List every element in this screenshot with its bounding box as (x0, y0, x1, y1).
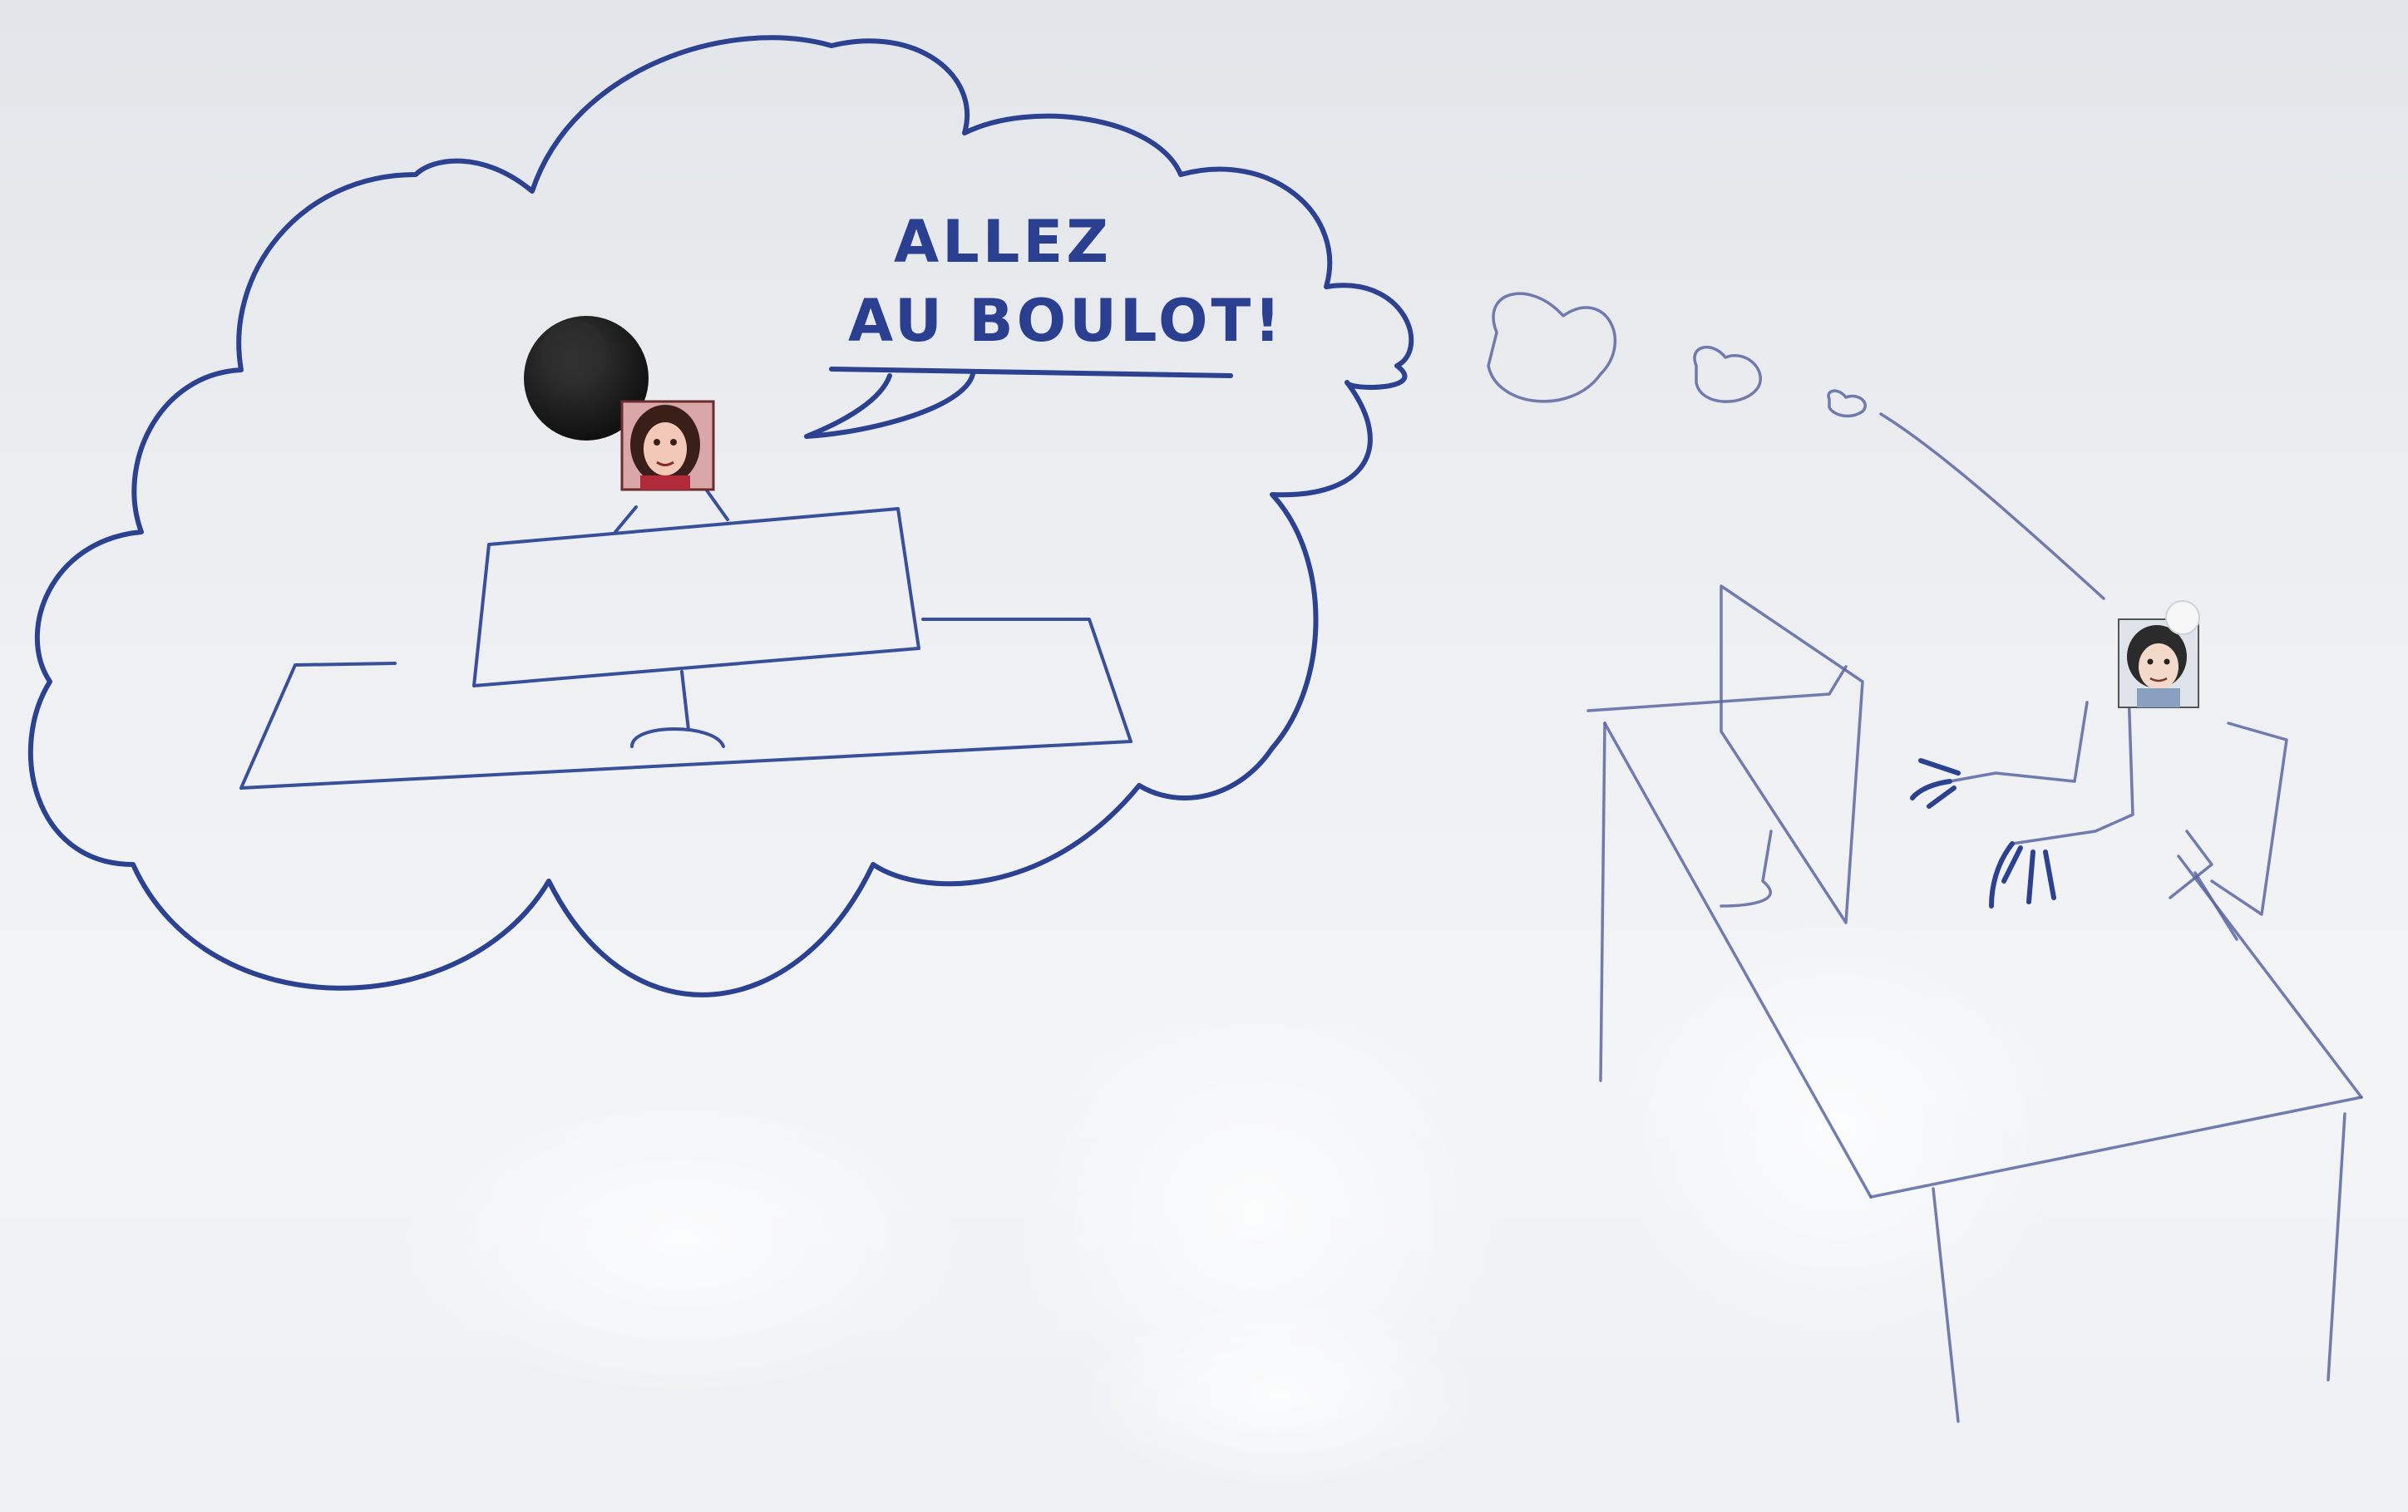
speech-line-1: ALLEZ (894, 208, 1112, 276)
whiteboard: ALLEZ AU BOULOT! (0, 0, 2408, 1512)
thought-bubbles (1487, 292, 2105, 600)
speech-tail (804, 372, 975, 439)
magnet-highlight (540, 320, 607, 387)
dream-desk (239, 489, 1132, 790)
whiteboard-drawing: ALLEZ AU BOULOT! (27, 35, 2363, 1496)
speech-line-2: AU BOULOT! (848, 287, 1284, 355)
thought-cloud (27, 35, 1414, 997)
white-pin-magnet (2165, 600, 2200, 635)
woman-avatar-sticker (620, 400, 715, 491)
window-reflections (391, 914, 2070, 1496)
